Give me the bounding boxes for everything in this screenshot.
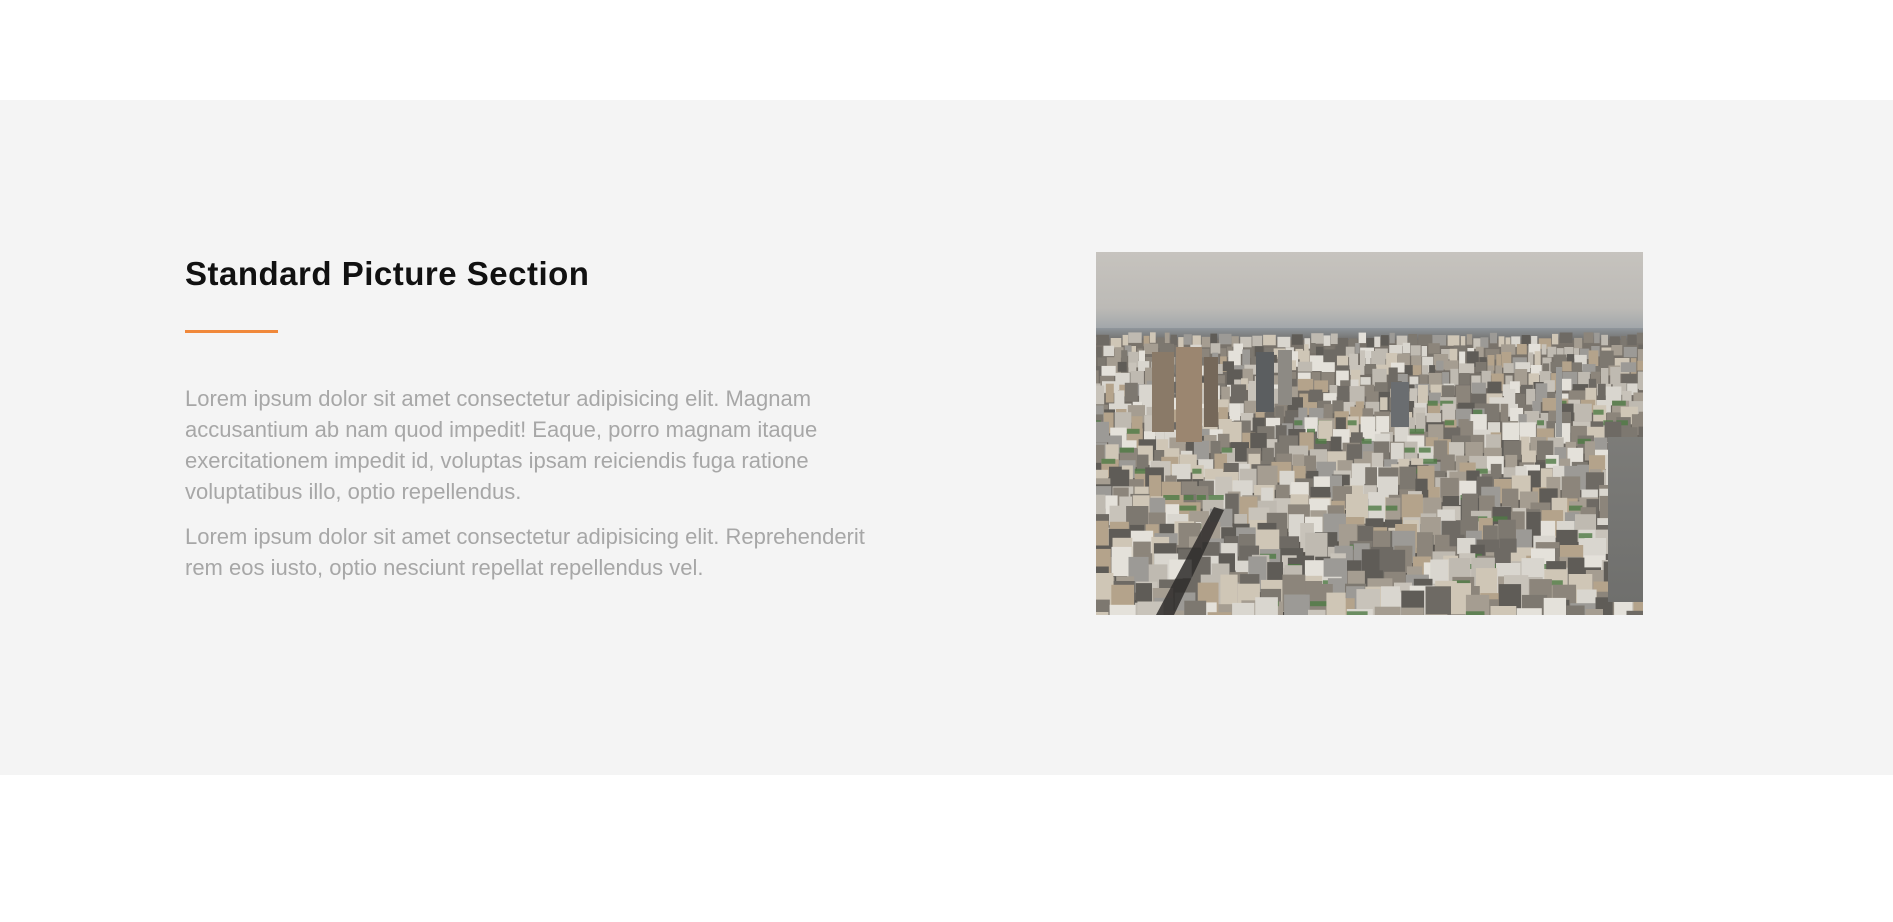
section-paragraph-2: Lorem ipsum dolor sit amet consectetur a…: [185, 524, 865, 580]
section-text-column: Standard Picture Section Lorem ipsum dol…: [185, 252, 885, 583]
section-title: Standard Picture Section: [185, 255, 590, 292]
section-paragraph-1: Lorem ipsum dolor sit amet consectetur a…: [185, 386, 818, 504]
city-skyline-image: [1096, 252, 1643, 615]
picture-section: Standard Picture Section Lorem ipsum dol…: [0, 100, 1893, 775]
title-accent-underline: [185, 330, 278, 333]
